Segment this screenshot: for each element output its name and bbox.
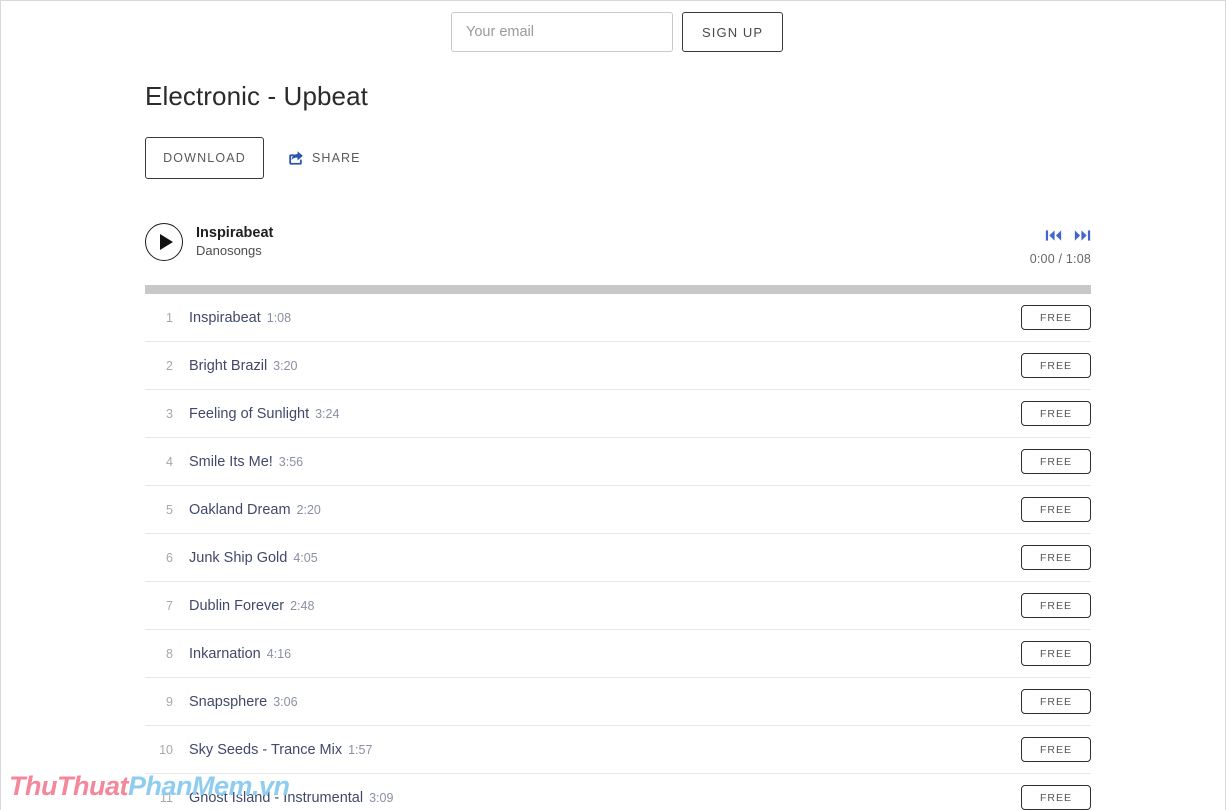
track-info: Snapsphere 3:06: [189, 694, 298, 710]
free-button[interactable]: FREE: [1021, 641, 1091, 666]
track-title[interactable]: Bright Brazil: [189, 358, 267, 374]
track-number: 1: [166, 310, 173, 325]
time-display: 0:00 / 1:08: [1029, 252, 1091, 266]
track-info: Inspirabeat 1:08: [189, 310, 291, 326]
track-duration: 3:20: [273, 358, 298, 373]
sign-up-button[interactable]: SIGN UP: [682, 12, 784, 52]
track-info: Junk Ship Gold 4:05: [189, 550, 318, 566]
play-icon: [159, 234, 173, 250]
table-row[interactable]: 4 Smile Its Me! 3:56 FREE: [145, 438, 1091, 486]
play-button[interactable]: [145, 223, 183, 261]
free-button[interactable]: FREE: [1021, 305, 1091, 330]
free-button[interactable]: FREE: [1021, 689, 1091, 714]
skip-next-icon[interactable]: [1074, 229, 1091, 242]
track-number: 4: [166, 454, 173, 469]
track-title[interactable]: Snapsphere: [189, 694, 267, 710]
track-info: Feeling of Sunlight 3:24: [189, 406, 339, 422]
tracklist: 1 Inspirabeat 1:08 FREE 2 Bright Brazil 3:20 FR…: [145, 294, 1091, 810]
progress-bar[interactable]: [145, 285, 1091, 294]
track-duration: 1:08: [266, 310, 292, 325]
track-title[interactable]: Inkarnation: [189, 646, 261, 662]
table-row[interactable]: 5 Oakland Dream 2:20 FREE: [145, 486, 1091, 534]
track-duration: 2:20: [296, 502, 321, 517]
track-number: 7: [166, 598, 173, 613]
page-title: Electronic - Upbeat: [145, 81, 369, 111]
table-row[interactable]: 10 Sky Seeds - Trance Mix 1:57 FREE: [145, 726, 1091, 774]
table-row[interactable]: 11 Ghost Island - Instrumental 3:09 FREE: [145, 774, 1091, 810]
track-duration: 3:24: [315, 406, 340, 421]
skip-controls: [1030, 229, 1091, 242]
track-duration: 1:57: [348, 742, 373, 757]
track-number: 9: [166, 694, 173, 709]
table-row[interactable]: 7 Dublin Forever 2:48 FREE: [145, 582, 1091, 630]
content-column: Electronic - Upbeat DOWNLOAD SHARE Inspi…: [145, 79, 1091, 810]
track-number: 8: [166, 646, 173, 661]
now-playing-artist: Danosongs: [196, 243, 262, 258]
track-info: Smile Its Me! 3:56: [189, 454, 303, 470]
player-now-playing: Inspirabeat Danosongs: [145, 223, 1091, 261]
track-number: 3: [166, 406, 173, 421]
track-duration: 2:48: [290, 598, 315, 613]
track-number: 2: [166, 358, 173, 373]
table-row[interactable]: 3 Feeling of Sunlight 3:24 FREE: [145, 390, 1091, 438]
table-row[interactable]: 2 Bright Brazil 3:20 FREE: [145, 342, 1091, 390]
track-info: Ghost Island - Instrumental 3:09: [189, 790, 393, 806]
player-controls: 0:00 / 1:08: [1030, 229, 1091, 266]
free-button[interactable]: FREE: [1021, 353, 1091, 378]
audio-player: Inspirabeat Danosongs 0:00 / 1:08: [145, 223, 1091, 277]
skip-previous-icon[interactable]: [1045, 229, 1062, 242]
email-input[interactable]: [451, 12, 673, 52]
track-number: 10: [159, 742, 173, 757]
track-duration: 4:16: [266, 646, 292, 661]
track-title[interactable]: Ghost Island - Instrumental: [189, 790, 363, 806]
free-button[interactable]: FREE: [1021, 449, 1091, 474]
table-row[interactable]: 9 Snapsphere 3:06 FREE: [145, 678, 1091, 726]
page-root: SIGN UP Electronic - Upbeat DOWNLOAD SHA…: [0, 0, 1226, 810]
track-number: 6: [166, 550, 173, 565]
track-info: Oakland Dream 2:20: [189, 502, 321, 518]
track-title[interactable]: Dublin Forever: [189, 598, 284, 614]
track-duration: 3:56: [278, 454, 304, 469]
track-info: Bright Brazil 3:20: [189, 358, 298, 374]
download-button[interactable]: DOWNLOAD: [145, 137, 264, 179]
track-title[interactable]: Smile Its Me!: [189, 454, 273, 470]
free-button[interactable]: FREE: [1021, 545, 1091, 570]
share-button[interactable]: SHARE: [288, 150, 361, 167]
track-info: Inkarnation 4:16: [189, 646, 291, 662]
track-number: 5: [166, 502, 173, 517]
table-row[interactable]: 8 Inkarnation 4:16 FREE: [145, 630, 1091, 678]
now-playing-text: Inspirabeat Danosongs: [196, 225, 273, 259]
track-duration: 3:09: [369, 790, 394, 805]
track-info: Sky Seeds - Trance Mix 1:57: [189, 742, 372, 758]
watermark-part-a: ThuThuat: [9, 771, 128, 801]
track-number: 11: [160, 790, 173, 805]
track-title[interactable]: Feeling of Sunlight: [189, 406, 309, 422]
track-title[interactable]: Junk Ship Gold: [189, 550, 287, 566]
track-title[interactable]: Oakland Dream: [189, 502, 291, 518]
now-playing-title: Inspirabeat: [196, 225, 274, 241]
track-duration: 4:05: [293, 550, 318, 565]
free-button[interactable]: FREE: [1021, 737, 1091, 762]
track-info: Dublin Forever 2:48: [189, 598, 314, 614]
share-label: SHARE: [312, 151, 361, 165]
signup-bar: SIGN UP: [451, 12, 784, 52]
action-bar: DOWNLOAD SHARE: [145, 137, 1091, 179]
free-button[interactable]: FREE: [1021, 785, 1091, 810]
table-row[interactable]: 1 Inspirabeat 1:08 FREE: [145, 294, 1091, 342]
track-title[interactable]: Inspirabeat: [189, 310, 261, 326]
share-icon: [288, 150, 305, 167]
free-button[interactable]: FREE: [1021, 497, 1091, 522]
free-button[interactable]: FREE: [1021, 593, 1091, 618]
track-title[interactable]: Sky Seeds - Trance Mix: [189, 742, 342, 758]
track-duration: 3:06: [273, 694, 298, 709]
table-row[interactable]: 6 Junk Ship Gold 4:05 FREE: [145, 534, 1091, 582]
free-button[interactable]: FREE: [1021, 401, 1091, 426]
